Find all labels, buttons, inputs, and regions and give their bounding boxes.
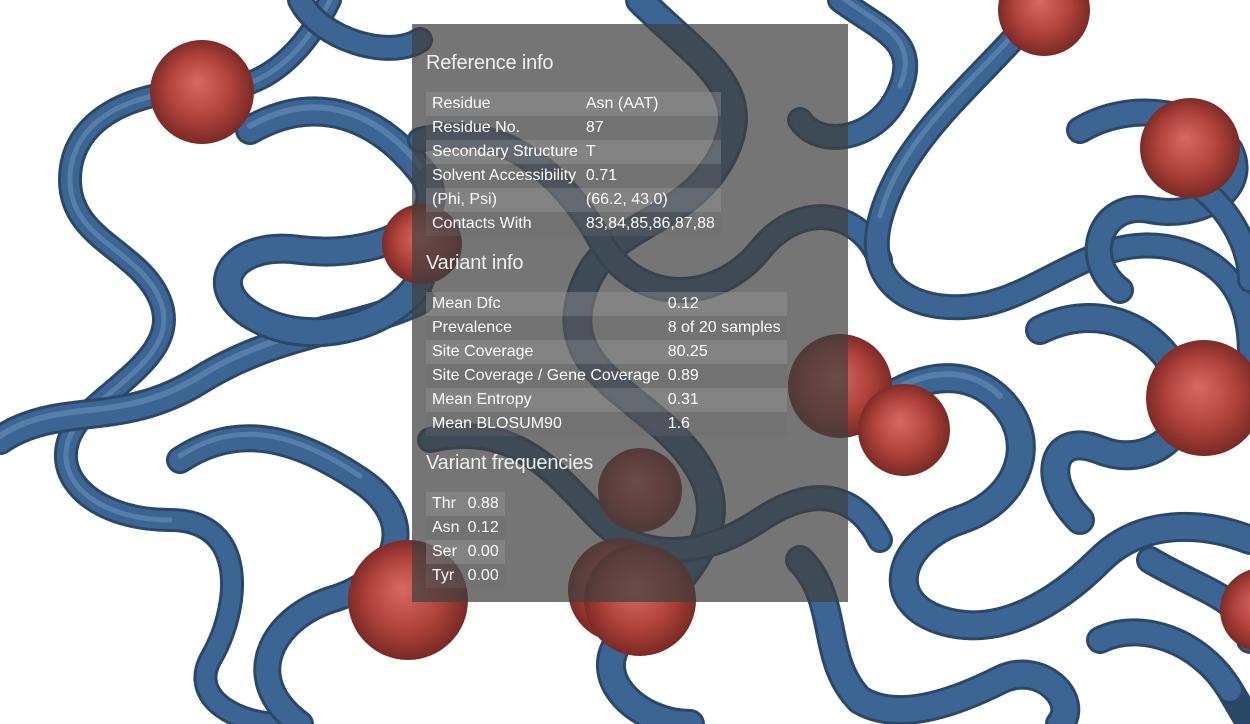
variant-sphere <box>858 384 950 476</box>
row-value: 0.71 <box>579 164 721 188</box>
table-row: Residue Asn (AAT) <box>426 92 721 116</box>
table-row: Ser 0.00 <box>426 540 505 564</box>
row-label: Secondary Structure <box>426 140 580 164</box>
amino-acid: Tyr <box>426 564 462 588</box>
variant-sphere <box>1220 569 1250 651</box>
amino-acid: Thr <box>426 492 462 516</box>
table-row: Site Coverage / Gene Coverage 0.89 <box>426 364 787 388</box>
table-row: Contacts With 83,84,85,86,87,88 <box>426 212 721 236</box>
frequency: 0.00 <box>461 564 505 588</box>
row-label: Residue <box>426 92 580 116</box>
residue-info-panel: Reference info Residue Asn (AAT) Residue… <box>412 24 848 602</box>
table-row: Mean BLOSUM90 1.6 <box>426 412 787 436</box>
variant-frequencies-table: Thr 0.88 Asn 0.12 Ser 0.00 Tyr 0.00 <box>426 492 505 588</box>
table-row: Residue No. 87 <box>426 116 721 140</box>
amino-acid: Ser <box>426 540 462 564</box>
table-row: (Phi, Psi) (66.2, 43.0) <box>426 188 721 212</box>
table-row: Prevalence 8 of 20 samples <box>426 316 787 340</box>
variant-sphere <box>150 40 254 144</box>
row-label: Mean Entropy <box>426 388 662 412</box>
row-value: 87 <box>579 116 721 140</box>
variant-frequencies-title: Variant frequencies <box>426 452 594 474</box>
row-value: 8 of 20 samples <box>661 316 787 340</box>
row-label: Mean Dfc <box>426 292 662 316</box>
row-value: 80.25 <box>661 340 787 364</box>
table-row: Mean Dfc 0.12 <box>426 292 787 316</box>
row-label: Site Coverage <box>426 340 662 364</box>
frequency: 0.00 <box>461 540 505 564</box>
row-label: Mean BLOSUM90 <box>426 412 662 436</box>
row-value: Asn (AAT) <box>579 92 721 116</box>
reference-info-table: Residue Asn (AAT) Residue No. 87 Seconda… <box>426 92 721 236</box>
row-label: Solvent Accessibility <box>426 164 580 188</box>
table-row: Secondary Structure T <box>426 140 721 164</box>
row-value: 1.6 <box>661 412 787 436</box>
row-value: 0.12 <box>661 292 787 316</box>
table-row: Solvent Accessibility 0.71 <box>426 164 721 188</box>
row-value: (66.2, 43.0) <box>579 188 721 212</box>
amino-acid: Asn <box>426 516 462 540</box>
row-label: Residue No. <box>426 116 580 140</box>
row-label: Contacts With <box>426 212 580 236</box>
variant-sphere <box>1140 98 1240 198</box>
frequency: 0.88 <box>461 492 505 516</box>
row-label: Prevalence <box>426 316 662 340</box>
variant-info-table: Mean Dfc 0.12 Prevalence 8 of 20 samples… <box>426 292 787 436</box>
row-value: T <box>579 140 721 164</box>
row-label: Site Coverage / Gene Coverage <box>426 364 662 388</box>
table-row: Tyr 0.00 <box>426 564 505 588</box>
table-row: Thr 0.88 <box>426 492 505 516</box>
table-row: Site Coverage 80.25 <box>426 340 787 364</box>
reference-info-title: Reference info <box>426 52 554 74</box>
row-value: 0.31 <box>661 388 787 412</box>
table-row: Mean Entropy 0.31 <box>426 388 787 412</box>
row-value: 83,84,85,86,87,88 <box>579 212 721 236</box>
row-value: 0.89 <box>661 364 787 388</box>
variant-info-title: Variant info <box>426 252 524 274</box>
row-label: (Phi, Psi) <box>426 188 580 212</box>
table-row: Asn 0.12 <box>426 516 505 540</box>
frequency: 0.12 <box>461 516 505 540</box>
